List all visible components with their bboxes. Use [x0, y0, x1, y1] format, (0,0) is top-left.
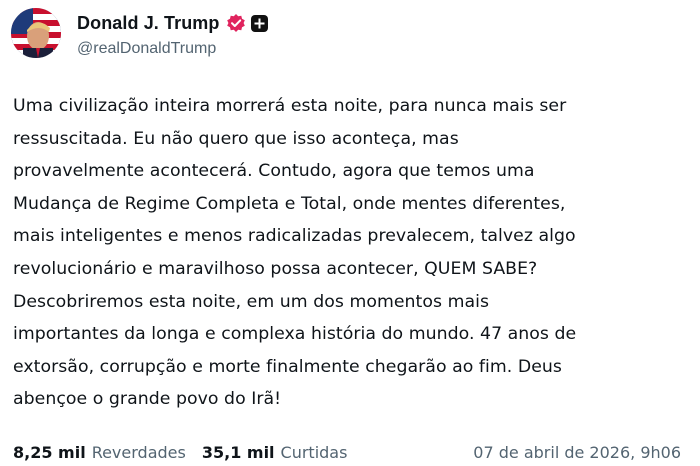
reposts-count: 8,25 mil: [13, 442, 86, 462]
reposts-stat[interactable]: 8,25 mil Reverdades: [13, 443, 186, 462]
plus-badge-icon: [250, 14, 268, 32]
post-header: Donald J. Trump @realDonaldTrump: [11, 8, 268, 64]
post-footer: 8,25 mil Reverdades 35,1 mil Curtidas 07…: [13, 440, 681, 464]
post-text: Uma civilização inteira morrerá esta noi…: [13, 96, 577, 410]
author-info: Donald J. Trump @realDonaldTrump: [77, 11, 268, 58]
likes-stat[interactable]: 35,1 mil Curtidas: [202, 443, 348, 462]
author-display-name[interactable]: Donald J. Trump: [77, 13, 220, 34]
avatar-image: [11, 8, 61, 58]
post-timestamp[interactable]: 07 de abril de 2026, 9h06: [473, 443, 681, 462]
avatar[interactable]: [11, 8, 61, 58]
reposts-label: Reverdades: [91, 442, 186, 462]
name-row: Donald J. Trump: [77, 11, 268, 35]
verified-badge-icon: [226, 13, 246, 33]
post-card: Donald J. Trump @realDonaldTrump Uma civ…: [0, 0, 700, 466]
likes-label: Curtidas: [280, 442, 348, 462]
likes-count: 35,1 mil: [201, 442, 275, 462]
author-handle[interactable]: @realDonaldTrump: [77, 40, 268, 58]
